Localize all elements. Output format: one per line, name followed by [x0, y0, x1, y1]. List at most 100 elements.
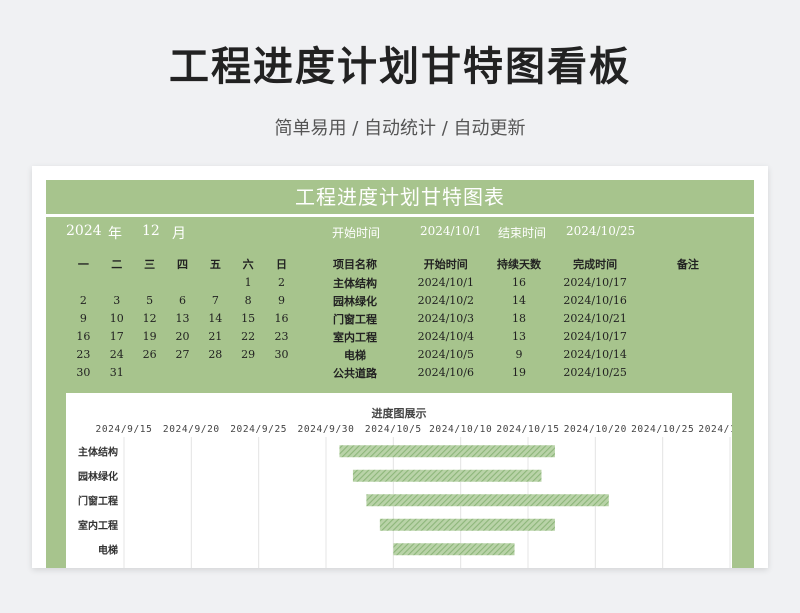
calendar-day-cell[interactable]: 6 — [165, 291, 200, 310]
calendar-day-cell[interactable]: 29 — [231, 345, 266, 364]
calendar-day-cell[interactable]: 16 — [264, 309, 299, 328]
gantt-bar[interactable] — [393, 543, 515, 556]
task-cell[interactable] — [639, 345, 737, 364]
x-tick-label: 2024/10/30 — [698, 424, 732, 435]
task-cell[interactable]: 2024/10/14 — [549, 345, 641, 364]
task-cell[interactable] — [639, 291, 737, 310]
calendar-week-row: 23 24 26 27 28 29 30 — [66, 345, 299, 364]
calendar-day-cell[interactable]: 30 — [264, 345, 299, 364]
task-cell[interactable]: 2024/10/4 — [403, 327, 489, 346]
calendar-day-cell[interactable] — [99, 273, 134, 292]
calendar-day-cell[interactable]: 20 — [165, 327, 200, 346]
calendar-day-cell[interactable]: 24 — [99, 345, 134, 364]
task-cell[interactable]: 园林绿化 — [305, 291, 405, 310]
task-cell[interactable]: 门窗工程 — [305, 309, 405, 328]
calendar-day-cell[interactable]: 28 — [198, 345, 233, 364]
task-cell[interactable] — [639, 327, 737, 346]
task-cell[interactable]: 2024/10/21 — [549, 309, 641, 328]
y-category-label: 室内工程 — [78, 519, 118, 532]
task-cell[interactable]: 2024/10/5 — [403, 345, 489, 364]
calendar-day-cell[interactable]: 7 — [198, 291, 233, 310]
calendar-day-cell[interactable] — [198, 273, 233, 292]
calendar-day-cell[interactable]: 27 — [165, 345, 200, 364]
calendar-day-cell[interactable]: 2 — [66, 291, 101, 310]
gantt-bar[interactable] — [379, 518, 555, 531]
gantt-bar[interactable] — [366, 494, 609, 507]
end-time-value[interactable]: 2024/10/25 — [566, 224, 635, 238]
task-cell[interactable]: 公共道路 — [305, 363, 405, 382]
gantt-bar[interactable] — [339, 445, 555, 458]
calendar-day-cell[interactable]: 19 — [132, 327, 167, 346]
calendar-week-row: 30 31 — [66, 363, 299, 382]
task-cell[interactable]: 9 — [487, 345, 551, 364]
calendar-day-cell[interactable]: 12 — [132, 309, 167, 328]
calendar-day-cell[interactable]: 26 — [132, 345, 167, 364]
calendar-day-cell[interactable]: 5 — [132, 291, 167, 310]
task-cell[interactable]: 2024/10/17 — [549, 327, 641, 346]
chart-title: 进度图展示 — [372, 406, 427, 420]
weekday-header: 三 — [132, 253, 167, 274]
calendar-day-cell[interactable]: 3 — [99, 291, 134, 310]
task-cell[interactable]: 室内工程 — [305, 327, 405, 346]
end-time-label: 结束时间 — [498, 226, 547, 240]
task-table: 项目名称 开始时间 持续天数 完成时间 备注 主体结构 2024/10/1 16 2024/10… — [305, 253, 737, 382]
task-cell[interactable]: 电梯 — [305, 345, 405, 364]
task-cell[interactable]: 19 — [487, 363, 551, 382]
y-category-label: 主体结构 — [78, 445, 118, 458]
x-tick-label: 2024/9/25 — [230, 424, 287, 435]
calendar-week-row: 2356789 — [66, 291, 299, 310]
task-cell[interactable] — [639, 363, 737, 382]
task-cell[interactable]: 2024/10/3 — [403, 309, 489, 328]
task-cell[interactable]: 14 — [487, 291, 551, 310]
calendar-day-cell[interactable]: 9 — [66, 309, 101, 328]
calendar-day-cell[interactable]: 23 — [66, 345, 101, 364]
calendar-day-cell[interactable] — [165, 273, 200, 292]
task-cell[interactable]: 18 — [487, 309, 551, 328]
calendar-day-cell[interactable]: 2 — [264, 273, 299, 292]
task-cell[interactable]: 2024/10/1 — [403, 273, 489, 292]
start-time-value[interactable]: 2024/10/1 — [420, 224, 482, 238]
calendar-day-cell[interactable] — [198, 363, 233, 382]
task-cell[interactable] — [639, 309, 737, 328]
calendar-day-cell[interactable] — [66, 273, 101, 292]
task-cell[interactable]: 2024/10/17 — [549, 273, 641, 292]
gantt-bar[interactable] — [352, 469, 542, 482]
calendar-day-cell[interactable]: 14 — [198, 309, 233, 328]
calendar-day-cell[interactable] — [132, 273, 167, 292]
calendar-day-cell[interactable]: 21 — [198, 327, 233, 346]
weekday-header: 五 — [198, 253, 233, 274]
calendar-day-cell[interactable]: 13 — [165, 309, 200, 328]
task-cell[interactable]: 2024/10/2 — [403, 291, 489, 310]
task-cell[interactable]: 2024/10/25 — [549, 363, 641, 382]
calendar-day-cell[interactable]: 31 — [99, 363, 134, 382]
calendar-day-cell[interactable]: 23 — [264, 327, 299, 346]
task-cell[interactable]: 16 — [487, 273, 551, 292]
sheet-title: 工程进度计划甘特图表 — [46, 180, 754, 217]
calendar-day-cell[interactable]: 15 — [231, 309, 266, 328]
x-tick-label: 2024/10/15 — [496, 424, 559, 435]
x-tick-label: 2024/9/20 — [163, 424, 220, 435]
task-cell[interactable]: 2024/10/6 — [403, 363, 489, 382]
year-value[interactable]: 2024 — [66, 223, 102, 239]
calendar-day-cell[interactable] — [231, 363, 266, 382]
task-cell[interactable]: 13 — [487, 327, 551, 346]
month-value[interactable]: 12 — [142, 223, 160, 239]
task-cell[interactable]: 2024/10/16 — [549, 291, 641, 310]
task-row: 电梯 2024/10/5 9 2024/10/14 — [305, 345, 737, 364]
calendar-day-cell[interactable]: 16 — [66, 327, 101, 346]
x-tick-label: 2024/10/5 — [365, 424, 422, 435]
calendar-day-cell[interactable]: 8 — [231, 291, 266, 310]
weekday-header: 二 — [99, 253, 134, 274]
calendar-day-cell[interactable] — [165, 363, 200, 382]
task-cell[interactable] — [639, 273, 737, 292]
calendar-day-cell[interactable]: 30 — [66, 363, 101, 382]
calendar-day-cell[interactable]: 9 — [264, 291, 299, 310]
calendar-day-cell[interactable]: 22 — [231, 327, 266, 346]
calendar-day-cell[interactable] — [264, 363, 299, 382]
calendar-day-cell[interactable] — [132, 363, 167, 382]
calendar-day-cell[interactable]: 1 — [231, 273, 266, 292]
calendar-day-cell[interactable]: 10 — [99, 309, 134, 328]
task-cell[interactable]: 主体结构 — [305, 273, 405, 292]
calendar-day-cell[interactable]: 17 — [99, 327, 134, 346]
calendar-week-row: 9 10 12 13 14 15 16 — [66, 309, 299, 328]
